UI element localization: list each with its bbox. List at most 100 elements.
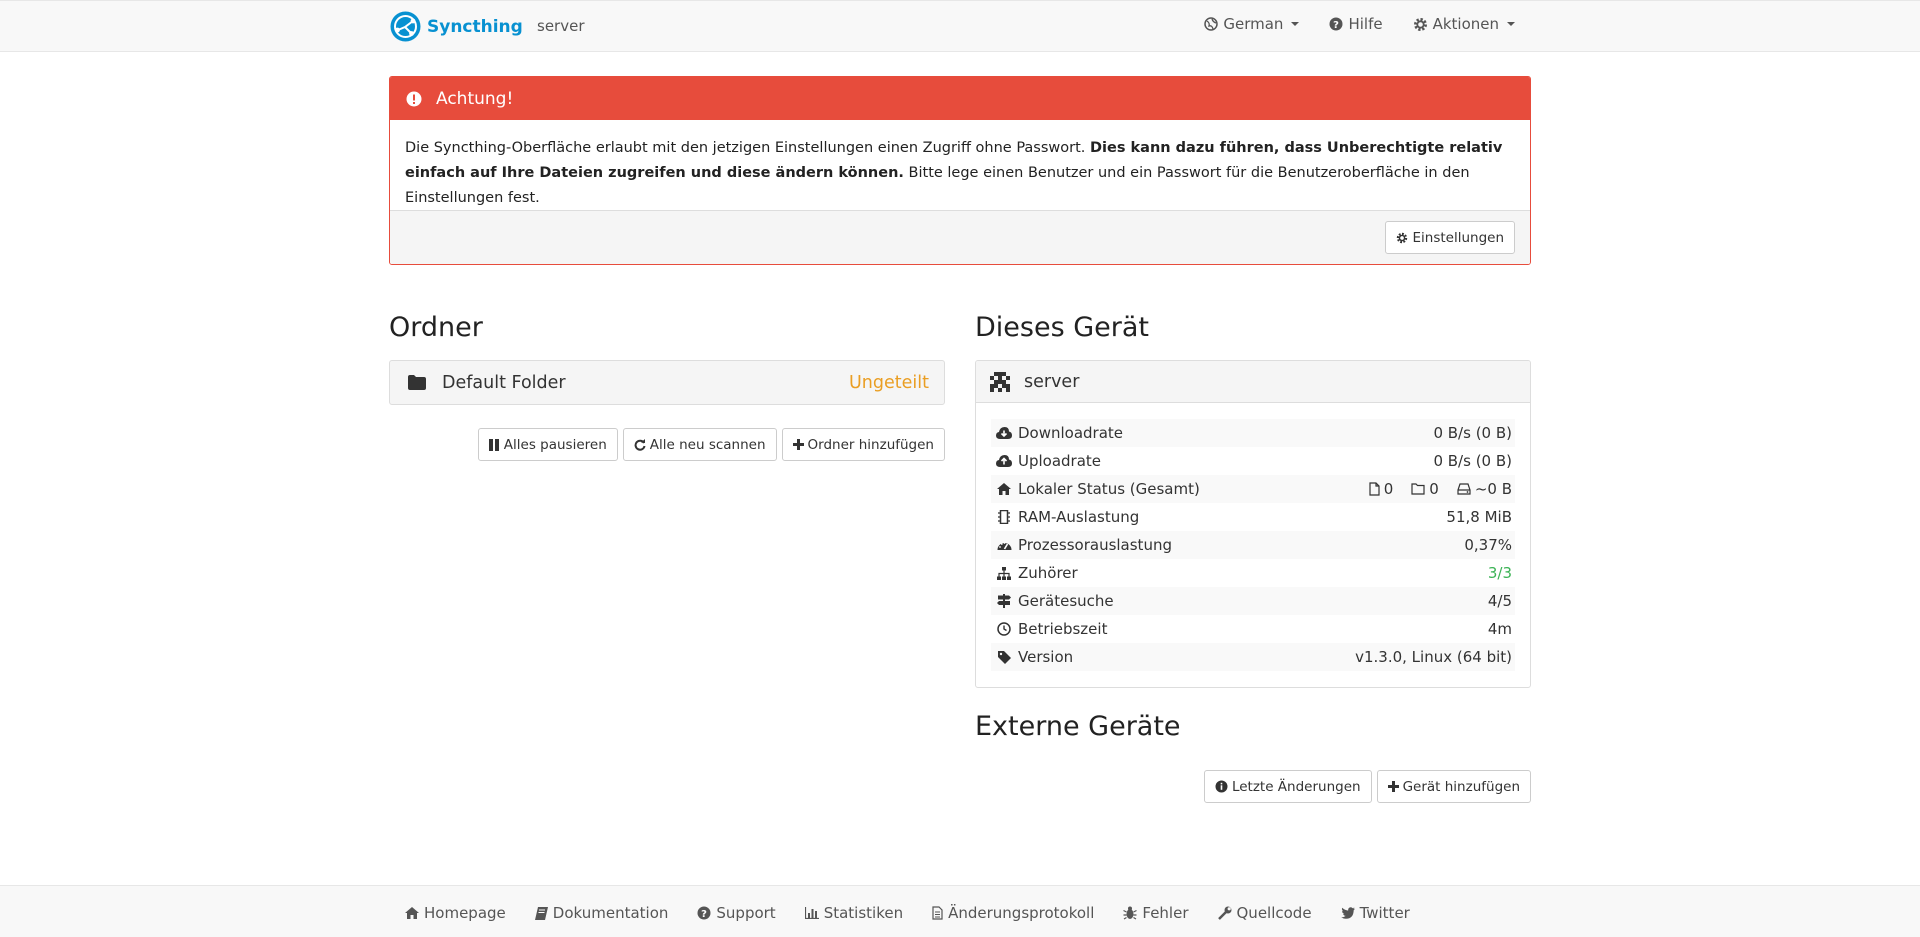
footer-link-label: Änderungsprotokoll <box>948 904 1095 922</box>
hdd-icon <box>1457 483 1471 495</box>
folder-actions: Alles pausieren Alle neu scannen Ordner … <box>477 428 945 461</box>
cloud-download-icon <box>996 425 1012 441</box>
stat-row-listeners: Zuhörer 3/3 <box>991 559 1515 587</box>
bug-icon <box>1123 906 1138 920</box>
pause-all-label: Alles pausieren <box>503 436 607 453</box>
footer-link-support[interactable]: ? Support <box>697 904 776 922</box>
file-text-icon <box>932 906 943 920</box>
recent-changes-button[interactable]: Letzte Änderungen <box>1203 770 1372 803</box>
gear-icon <box>1396 232 1408 244</box>
stat-label: Lokaler Status (Gesamt) <box>1018 480 1200 498</box>
this-device-panel: server Downloadrate 0 B/s (0 B) Uploadra… <box>975 360 1531 688</box>
insecure-gui-alert: Achtung! Die Syncthing-Oberfläche erlaub… <box>389 76 1531 265</box>
stat-value: 3/3 <box>1487 564 1512 582</box>
footer-link-label: Twitter <box>1359 904 1410 922</box>
chevron-down-icon <box>1507 22 1515 26</box>
footer-link-label: Statistiken <box>823 904 904 922</box>
footer-link-homepage[interactable]: Homepage <box>405 904 506 922</box>
navbar-device-name: server <box>537 17 585 35</box>
stat-value: 51,8 MiB <box>1446 508 1512 526</box>
sitemap-icon <box>996 565 1012 581</box>
remote-devices-title: Externe Geräte <box>975 711 1181 742</box>
home-icon <box>405 907 419 919</box>
alert-text-1: Die Syncthing-Oberfläche erlaubt mit den… <box>405 140 1091 156</box>
footer-link-label: Homepage <box>424 904 506 922</box>
tag-icon <box>996 649 1012 665</box>
pause-icon <box>488 438 500 451</box>
help-label: Hilfe <box>1348 15 1383 33</box>
folder-icon <box>408 375 426 390</box>
file-icon <box>1369 482 1380 496</box>
pause-all-button[interactable]: Alles pausieren <box>477 428 618 461</box>
footer-links: Homepage Dokumentation ? Support Statist… <box>405 904 1410 922</box>
stat-label: RAM-Auslastung <box>1018 508 1140 526</box>
wrench-icon <box>1217 906 1232 920</box>
footer-link-bugs[interactable]: Fehler <box>1123 904 1189 922</box>
footer: Homepage Dokumentation ? Support Statist… <box>0 885 1920 937</box>
rescan-all-label: Alle neu scannen <box>649 436 766 453</box>
help-link[interactable]: ? Hilfe <box>1329 15 1383 33</box>
remote-device-actions: Letzte Änderungen Gerät hinzufügen <box>1203 770 1531 803</box>
question-circle-icon: ? <box>697 906 711 920</box>
footer-link-source[interactable]: Quellcode <box>1217 904 1312 922</box>
this-device-title: Dieses Gerät <box>975 312 1149 343</box>
add-device-button[interactable]: Gerät hinzufügen <box>1376 770 1531 803</box>
stat-label: Uploadrate <box>1018 452 1102 470</box>
stat-row-version: Version v1.3.0, Linux (64 bit) <box>991 643 1515 671</box>
footer-link-label: Support <box>716 904 776 922</box>
add-device-label: Gerät hinzufügen <box>1402 778 1520 795</box>
gear-icon <box>1413 17 1428 32</box>
brand-name: Syncthing <box>427 16 523 37</box>
add-folder-button[interactable]: Ordner hinzufügen <box>781 428 945 461</box>
footer-link-label: Dokumentation <box>552 904 669 922</box>
stat-label: Version <box>1018 648 1074 666</box>
actions-dropdown[interactable]: Aktionen <box>1413 15 1515 33</box>
question-circle-icon: ? <box>1329 17 1343 31</box>
local-dirs-count: 0 <box>1429 480 1439 498</box>
stat-value: v1.3.0, Linux (64 bit) <box>1355 648 1512 666</box>
language-dropdown[interactable]: German <box>1204 15 1300 33</box>
local-files-count: 0 <box>1383 480 1394 498</box>
settings-button-label: Einstellungen <box>1412 229 1504 246</box>
tachometer-icon <box>996 537 1012 553</box>
brand-link[interactable]: Syncthing <box>389 10 523 43</box>
add-folder-label: Ordner hinzufügen <box>807 436 934 453</box>
signpost-icon <box>996 593 1012 609</box>
bar-chart-icon <box>804 907 819 919</box>
stat-value: 0 B/s (0 B) <box>1433 452 1512 470</box>
stat-row-discovery: Gerätesuche 4/5 <box>991 587 1515 615</box>
stat-label: Downloadrate <box>1018 424 1124 442</box>
stat-value-local-state: 0 0 ~0 B <box>1369 480 1512 498</box>
cloud-upload-icon <box>996 453 1012 469</box>
rescan-all-button[interactable]: Alle neu scannen <box>622 428 777 461</box>
stat-row-upload: Uploadrate 0 B/s (0 B) <box>991 447 1515 475</box>
stat-label: Gerätesuche <box>1018 592 1114 610</box>
footer-link-label: Quellcode <box>1236 904 1312 922</box>
folder-open-icon <box>1411 483 1425 495</box>
footer-link-stats[interactable]: Statistiken <box>804 904 904 922</box>
language-label: German <box>1223 15 1284 33</box>
stat-row-uptime: Betriebszeit 4m <box>991 615 1515 643</box>
stat-value: 4/5 <box>1487 592 1512 610</box>
footer-link-twitter[interactable]: Twitter <box>1340 904 1410 922</box>
stat-value: 4m <box>1487 620 1512 638</box>
footer-link-changelog[interactable]: Änderungsprotokoll <box>932 904 1094 922</box>
info-circle-icon <box>1215 780 1228 793</box>
syncthing-logo-icon <box>389 10 422 43</box>
stat-row-local-state: Lokaler Status (Gesamt) 0 0 ~0 B <box>991 475 1515 503</box>
settings-button[interactable]: Einstellungen <box>1385 221 1515 254</box>
folder-panel-default[interactable]: Default Folder Ungeteilt <box>389 360 945 405</box>
svg-text:?: ? <box>701 909 707 920</box>
local-size: ~0 B <box>1474 480 1512 498</box>
stat-label: Betriebszeit <box>1018 620 1108 638</box>
stat-row-ram: RAM-Auslastung 51,8 MiB <box>991 503 1515 531</box>
plus-icon <box>792 439 804 450</box>
plus-icon <box>1387 781 1399 792</box>
this-device-header[interactable]: server <box>976 361 1530 403</box>
stat-label: Prozessorauslastung <box>1018 536 1172 554</box>
svg-text:?: ? <box>1334 20 1340 31</box>
footer-link-docs[interactable]: Dokumentation <box>534 904 669 922</box>
folder-status: Ungeteilt <box>849 372 929 393</box>
folder-name: Default Folder <box>442 372 566 393</box>
chevron-down-icon <box>1291 22 1300 26</box>
